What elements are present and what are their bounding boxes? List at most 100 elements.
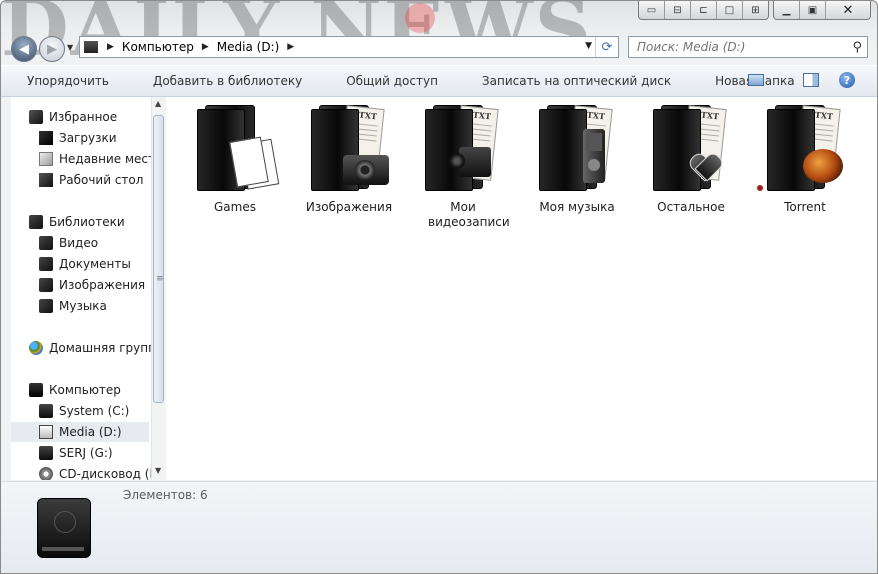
other-folder-icon: TXT [649, 103, 733, 195]
sidebar-item-desktop[interactable]: Рабочий стол [39, 170, 143, 190]
videos-folder-icon: TXT [421, 103, 505, 195]
details-pane: Элементов: 6 [1, 481, 877, 573]
sidebar-item-label: Музыка [59, 299, 107, 313]
background-watermark-dot [405, 3, 435, 33]
images-folder-icon: TXT [307, 103, 391, 195]
share-button[interactable]: Общий доступ [346, 74, 438, 88]
sidebar-item-images[interactable]: Изображения [39, 275, 145, 295]
back-button[interactable]: ◀ [11, 36, 37, 62]
sidebar-item-label: Компьютер [49, 383, 121, 397]
recent-pages-dropdown[interactable]: ▼ [67, 43, 73, 52]
folder-item-music[interactable]: TXT Моя музыка [522, 103, 632, 215]
view-icon [748, 74, 764, 86]
sidebar-item-recent[interactable]: Недавние места [39, 149, 151, 169]
rollup-icon[interactable]: ▭ [639, 1, 665, 19]
scroll-thumb[interactable]: ≡ [153, 115, 164, 403]
scroll-down-icon[interactable]: ▼ [155, 466, 161, 475]
games-folder-icon [193, 103, 277, 195]
folder-label: Остальное [657, 200, 725, 214]
folder-item-other[interactable]: TXT Остальное [636, 103, 746, 215]
sidebar-item-favorites[interactable]: Избранное [29, 107, 117, 127]
preview-pane-button[interactable] [802, 72, 820, 88]
sidebar-item-serj-g[interactable]: SERJ (G:) [39, 443, 113, 463]
music-folder-icon: TXT [535, 103, 619, 195]
sidebar-item-computer[interactable]: Компьютер [29, 380, 121, 400]
sidebar-item-video[interactable]: Видео [39, 233, 98, 253]
search-input[interactable] [635, 39, 849, 55]
drive-large-icon [37, 498, 91, 558]
sidebar-item-label: Media (D:) [59, 425, 122, 439]
sidebar-item-label: Рабочий стол [59, 173, 144, 187]
folder-item-games[interactable]: Games [180, 103, 290, 215]
refresh-icon[interactable]: ⟳ [595, 37, 618, 57]
sidebar-item-music[interactable]: Музыка [39, 296, 107, 316]
folder-item-images[interactable]: TXT Изображения [294, 103, 404, 215]
mp3-player-icon [583, 129, 605, 183]
address-dropdown-icon[interactable]: ▼ [585, 41, 592, 51]
sidebar-item-label: SERJ (G:) [59, 446, 113, 460]
pin-icon[interactable]: ⊏ [691, 1, 717, 19]
downloads-icon [39, 131, 53, 145]
desktop-icon [39, 173, 53, 187]
computer-icon [29, 383, 43, 397]
sidebar-item-label: System (C:) [59, 404, 130, 418]
add-to-library-button[interactable]: Добавить в библиотеку [153, 74, 302, 88]
homegroup-icon [29, 341, 43, 355]
scroll-up-icon[interactable]: ▲ [155, 99, 161, 108]
title-bar-buttons: ▭ ⊟ ⊏ □ ⊞ ▁ ▣ ✕ [634, 1, 871, 20]
sidebar-item-label: Недавние места [59, 152, 151, 166]
address-bar[interactable]: ▶ Компьютер ▶ Media (D:) ▶ ▼ ⟳ [79, 36, 619, 58]
recent-places-icon [39, 152, 53, 166]
close-button[interactable]: ✕ [826, 1, 870, 19]
documents-library-icon [39, 257, 53, 271]
window-controls: ▁ ▣ ✕ [773, 1, 871, 20]
chevron-right-icon[interactable]: ▶ [287, 42, 294, 52]
sidebar-item-downloads[interactable]: Загрузки [39, 128, 117, 148]
sidebar-item-documents[interactable]: Документы [39, 254, 131, 274]
burn-disc-button[interactable]: Записать на оптический диск [482, 74, 671, 88]
sidebar-item-label: Домашняя группа [49, 341, 151, 355]
sidebar-item-libraries[interactable]: Библиотеки [29, 212, 125, 232]
chevron-right-icon[interactable]: ▶ [202, 42, 209, 52]
search-icon[interactable]: ⚲ [852, 40, 862, 55]
sidebar-item-label: Документы [59, 257, 131, 271]
torrent-folder-icon: TXT [757, 103, 847, 195]
minimize-button[interactable]: ▁ [774, 1, 800, 19]
torrent-icon [803, 149, 843, 183]
tile-icon[interactable]: ⊞ [743, 1, 768, 19]
folder-label: Мои видеозаписи [428, 200, 510, 229]
restore-small-icon[interactable]: ⊟ [665, 1, 691, 19]
folder-label: Моя музыка [539, 200, 615, 214]
change-view-button[interactable] [747, 72, 765, 88]
sidebar-item-homegroup[interactable]: Домашняя группа [29, 338, 151, 358]
item-count: Элементов: 6 [123, 488, 208, 502]
images-library-icon [39, 278, 53, 292]
music-library-icon [39, 299, 53, 313]
hard-drive-icon [39, 446, 53, 460]
breadcrumb-computer[interactable]: Компьютер [119, 40, 197, 54]
cd-drive-icon [39, 467, 53, 480]
file-list: Games TXT Изображения TXT Мои видеозапис… [166, 97, 877, 480]
folder-item-torrent[interactable]: TXT Torrent [750, 103, 860, 215]
heart-icon [686, 150, 726, 182]
arrow-left-icon: ◀ [19, 41, 29, 57]
chevron-right-icon[interactable]: ▶ [107, 42, 114, 52]
video-camera-icon [449, 147, 491, 177]
navigation-scrollbar[interactable]: ▲ ≡ ▼ [151, 97, 166, 480]
organize-button[interactable]: Упорядочить [27, 74, 109, 88]
help-button[interactable]: ? [838, 72, 856, 88]
status-dot-icon [757, 185, 763, 191]
help-icon: ? [839, 72, 855, 88]
folder-label: Torrent [784, 200, 826, 214]
forward-button[interactable]: ▶ [39, 36, 65, 62]
square-icon[interactable]: □ [717, 1, 743, 19]
sidebar-item-media-d[interactable]: Media (D:) [11, 422, 149, 442]
navigation-pane: Избранное Загрузки Недавние места Рабочи… [11, 97, 151, 480]
folder-item-videos[interactable]: TXT Мои видеозаписи [408, 103, 518, 230]
sidebar-item-cd-h[interactable]: CD-дисковод (H [39, 464, 151, 480]
breadcrumb-media[interactable]: Media (D:) [214, 40, 283, 54]
maximize-button[interactable]: ▣ [800, 1, 826, 19]
sidebar-item-label: Избранное [49, 110, 118, 124]
arrow-right-icon: ▶ [47, 41, 57, 57]
sidebar-item-system-c[interactable]: System (C:) [39, 401, 129, 421]
